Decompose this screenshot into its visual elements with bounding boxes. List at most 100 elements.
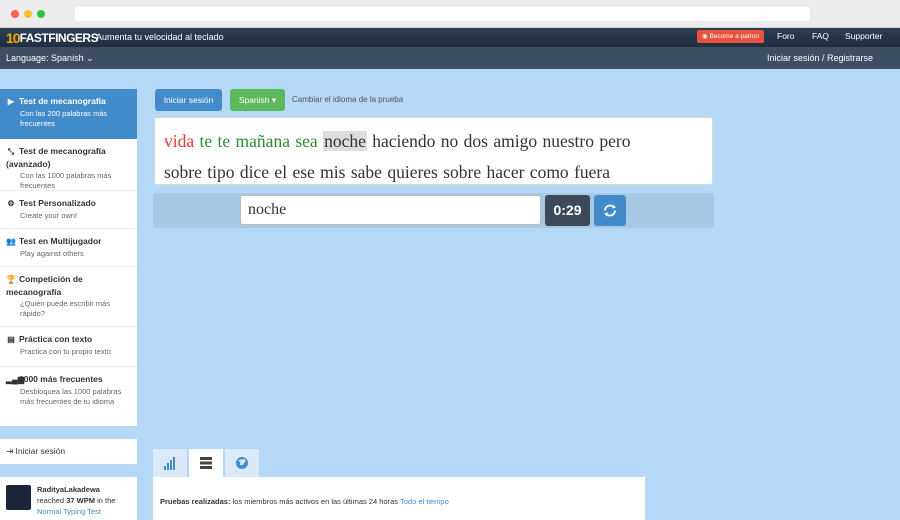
- sidebar-item-top-1000[interactable]: ▂▄▆1000 más frecuentes Desbloquea las 10…: [0, 367, 137, 426]
- sidebar-item-custom-test[interactable]: ⚙ Test Personalizado Create your own!: [0, 191, 137, 229]
- nav-link-supporter[interactable]: Supporter: [845, 31, 882, 41]
- file-icon: ▤: [7, 335, 15, 344]
- sidebar-item-description: Con las 1000 palabras más frecuentes: [20, 171, 112, 190]
- login-button[interactable]: Iniciar sesión: [155, 89, 222, 111]
- cogs-icon: ⚙: [7, 199, 15, 208]
- expand-icon: ⤡: [7, 147, 15, 156]
- trophy-icon: 🏆: [6, 275, 16, 284]
- stats-description: los miembros más activos en las últimas …: [232, 497, 399, 506]
- sidebar-item-label: 1000 más frecuentes: [19, 374, 103, 384]
- close-window-icon[interactable]: [11, 10, 19, 18]
- recent-test-link[interactable]: Normal Typing Test: [37, 507, 101, 516]
- word: ese: [292, 162, 315, 182]
- sidebar-item-label: Competición de mecanografía: [6, 274, 83, 297]
- stats-panel: Pruebas realizadas: los miembros más act…: [153, 477, 645, 520]
- sidebar-item-typing-test[interactable]: ▶ Test de mecanografía Con las 200 palabr…: [0, 89, 137, 139]
- top-navbar: 10 FASTFINGERS Aumenta tu velocidad al t…: [0, 28, 900, 47]
- globe-icon: [236, 457, 248, 469]
- word: vida: [164, 131, 195, 151]
- word: quieres: [387, 162, 438, 182]
- language-bar: Language: Spanish ⌄ Iniciar sesión / Reg…: [0, 47, 900, 69]
- recent-wpm: 37 WPM: [66, 496, 95, 505]
- sidebar-item-description: Desbloquea las 1000 palabras más frecuen…: [20, 387, 122, 406]
- caret-down-icon: ▾: [271, 95, 277, 105]
- sidebar-login-label: Iniciar sesión: [15, 446, 66, 456]
- word: no: [440, 131, 459, 151]
- logo-number: 10: [6, 29, 21, 46]
- refresh-icon: [604, 204, 616, 217]
- stats-label: Pruebas realizadas:: [160, 497, 231, 506]
- sidebar-item-description: ¿Quién puede escribir más rápido?: [20, 299, 111, 318]
- site-tagline: Aumenta tu velocidad al teclado: [96, 32, 224, 42]
- word: fuera: [574, 162, 611, 182]
- tab-stats-global[interactable]: [225, 449, 259, 477]
- word: tipo: [207, 162, 235, 182]
- maximize-window-icon[interactable]: [37, 10, 45, 18]
- sidebar-item-description: Con las 200 palabras más frecuentes: [20, 109, 108, 128]
- sidebar-item-description: Create your own!: [20, 211, 78, 220]
- logo-text: FASTFINGERS: [19, 30, 99, 45]
- users-icon: 👥: [6, 237, 16, 246]
- word: mañana: [235, 131, 290, 151]
- sidebar-menu: ▶ Test de mecanografía Con las 200 palabr…: [0, 89, 137, 426]
- sidebar-item-label: Test de mecanografía: [19, 96, 106, 106]
- sidebar-login[interactable]: ⇥ Iniciar sesión: [0, 439, 137, 464]
- word: dice: [239, 162, 270, 182]
- words-line-2: sobre tipo dice el ese mis sabe quieres …: [164, 157, 703, 188]
- recent-username[interactable]: RadityaLakadewa: [37, 485, 100, 494]
- word: hacer: [486, 162, 525, 182]
- become-patron-button[interactable]: ◉ Become a patron: [697, 30, 764, 43]
- word: sabe: [350, 162, 382, 182]
- current-word: noche: [323, 131, 367, 151]
- nav-link-foro[interactable]: Foro: [777, 31, 794, 41]
- sidebar-item-label: Test de mecanografía (avanzado): [6, 146, 106, 169]
- sidebar-item-description: Play against others: [20, 249, 84, 258]
- recent-activity-card: RadityaLakadewa reached 37 WPM in the No…: [0, 477, 137, 520]
- recent-in-the-text: in the: [97, 496, 116, 505]
- typing-input[interactable]: [240, 195, 541, 225]
- recent-reached-text: reached: [37, 496, 65, 505]
- sidebar-item-competition[interactable]: 🏆 Competición de mecanografía ¿Quién pued…: [0, 267, 137, 327]
- play-icon: ▶: [7, 97, 15, 106]
- login-register-link[interactable]: Iniciar sesión / Registrarse: [767, 53, 873, 63]
- avatar[interactable]: [6, 485, 31, 510]
- patron-label: Become a patron: [709, 33, 759, 40]
- word: te: [217, 131, 231, 151]
- word: haciendo: [372, 131, 436, 151]
- change-language-label: Cambiar el idioma de la prueba: [292, 95, 404, 104]
- language-label: Language: Spanish: [6, 53, 84, 63]
- language-dropdown-button[interactable]: Spanish ▾: [230, 89, 285, 111]
- signal-icon: ▂▄▆: [6, 375, 24, 384]
- nav-link-faq[interactable]: FAQ: [812, 31, 829, 41]
- stats-all-time-link[interactable]: Todo el tiempo: [400, 497, 449, 506]
- reload-button[interactable]: [594, 195, 626, 226]
- sidebar-item-multiplayer[interactable]: 👥 Test en Multijugador Play against other…: [0, 229, 137, 267]
- word: mis: [320, 162, 346, 182]
- words-display: vida te te mañana sea noche haciendo no …: [154, 117, 713, 185]
- word: el: [274, 162, 288, 182]
- sidebar-item-label: Test Personalizado: [19, 198, 96, 208]
- word: sobre: [164, 162, 202, 182]
- word: te: [199, 131, 213, 151]
- chevron-down-icon: ⌄: [86, 53, 94, 63]
- word: amigo: [493, 131, 538, 151]
- address-bar[interactable]: [75, 7, 810, 21]
- sidebar-item-label: Práctica con texto: [19, 334, 93, 344]
- word: como: [529, 162, 569, 182]
- countdown-timer: 0:29: [545, 195, 590, 226]
- site-logo[interactable]: 10 FASTFINGERS: [6, 29, 99, 46]
- minimize-window-icon[interactable]: [24, 10, 32, 18]
- word: pero: [599, 131, 631, 151]
- sidebar-item-label: Test en Multijugador: [19, 236, 102, 246]
- sidebar-item-typing-test-advanced[interactable]: ⤡ Test de mecanografía (avanzado) Con las…: [0, 139, 137, 191]
- sidebar-item-description: Practica con tu propio texto: [20, 347, 111, 356]
- tab-stats-chart[interactable]: [153, 449, 187, 477]
- language-selector[interactable]: Language: Spanish ⌄: [6, 53, 94, 64]
- browser-chrome: [0, 0, 900, 28]
- sidebar-item-text-practice[interactable]: ▤ Práctica con texto Practica con tu prop…: [0, 327, 137, 367]
- tab-stats-list[interactable]: [189, 449, 223, 477]
- word: nuestro: [542, 131, 595, 151]
- list-icon: [200, 457, 212, 469]
- word: dos: [463, 131, 488, 151]
- words-line-1: vida te te mañana sea noche haciendo no …: [164, 126, 703, 157]
